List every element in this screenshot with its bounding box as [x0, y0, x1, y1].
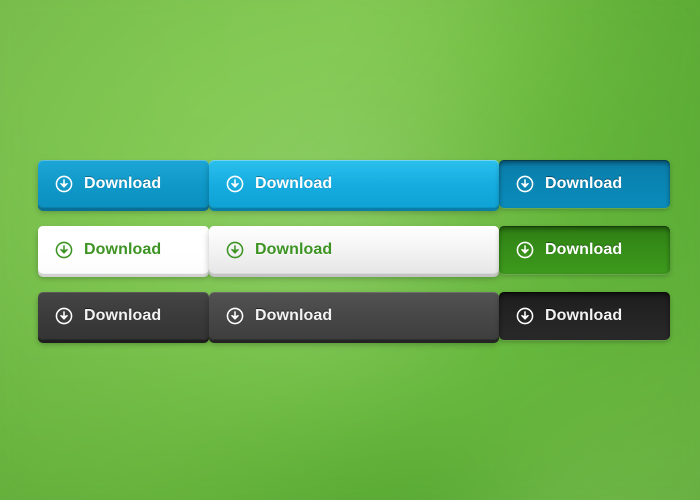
download-circle-icon [226, 307, 244, 325]
download-circle-icon [516, 175, 534, 193]
download-button-label: Download [84, 307, 162, 324]
download-button-label: Download [84, 175, 162, 192]
download-circle-icon [226, 175, 244, 193]
download-button-white-normal[interactable]: Download [38, 226, 209, 274]
download-button-dark-pressed[interactable]: Download [499, 292, 670, 340]
download-circle-icon [55, 175, 73, 193]
download-button-blue-hover[interactable]: Download [209, 160, 499, 208]
download-circle-icon [516, 241, 534, 259]
download-button-label: Download [545, 175, 623, 192]
download-button-blue-normal[interactable]: Download [38, 160, 209, 208]
download-button-label: Download [545, 241, 623, 258]
download-button-green-pressed[interactable]: Download [499, 226, 670, 274]
download-circle-icon [55, 307, 73, 325]
download-button-blue-pressed[interactable]: Download [499, 160, 670, 208]
download-button-label: Download [255, 175, 333, 192]
download-button-label: Download [255, 241, 333, 258]
download-button-label: Download [255, 307, 333, 324]
download-circle-icon [516, 307, 534, 325]
download-circle-icon [226, 241, 244, 259]
download-button-dark-hover[interactable]: Download [209, 292, 499, 340]
download-button-grid: Download Download Download Download Down… [38, 160, 670, 340]
download-button-dark-normal[interactable]: Download [38, 292, 209, 340]
download-button-white-hover[interactable]: Download [209, 226, 499, 274]
button-showcase-stage: Download Download Download Download Down… [0, 0, 700, 500]
download-circle-icon [55, 241, 73, 259]
download-button-label: Download [545, 307, 623, 324]
download-button-label: Download [84, 241, 162, 258]
